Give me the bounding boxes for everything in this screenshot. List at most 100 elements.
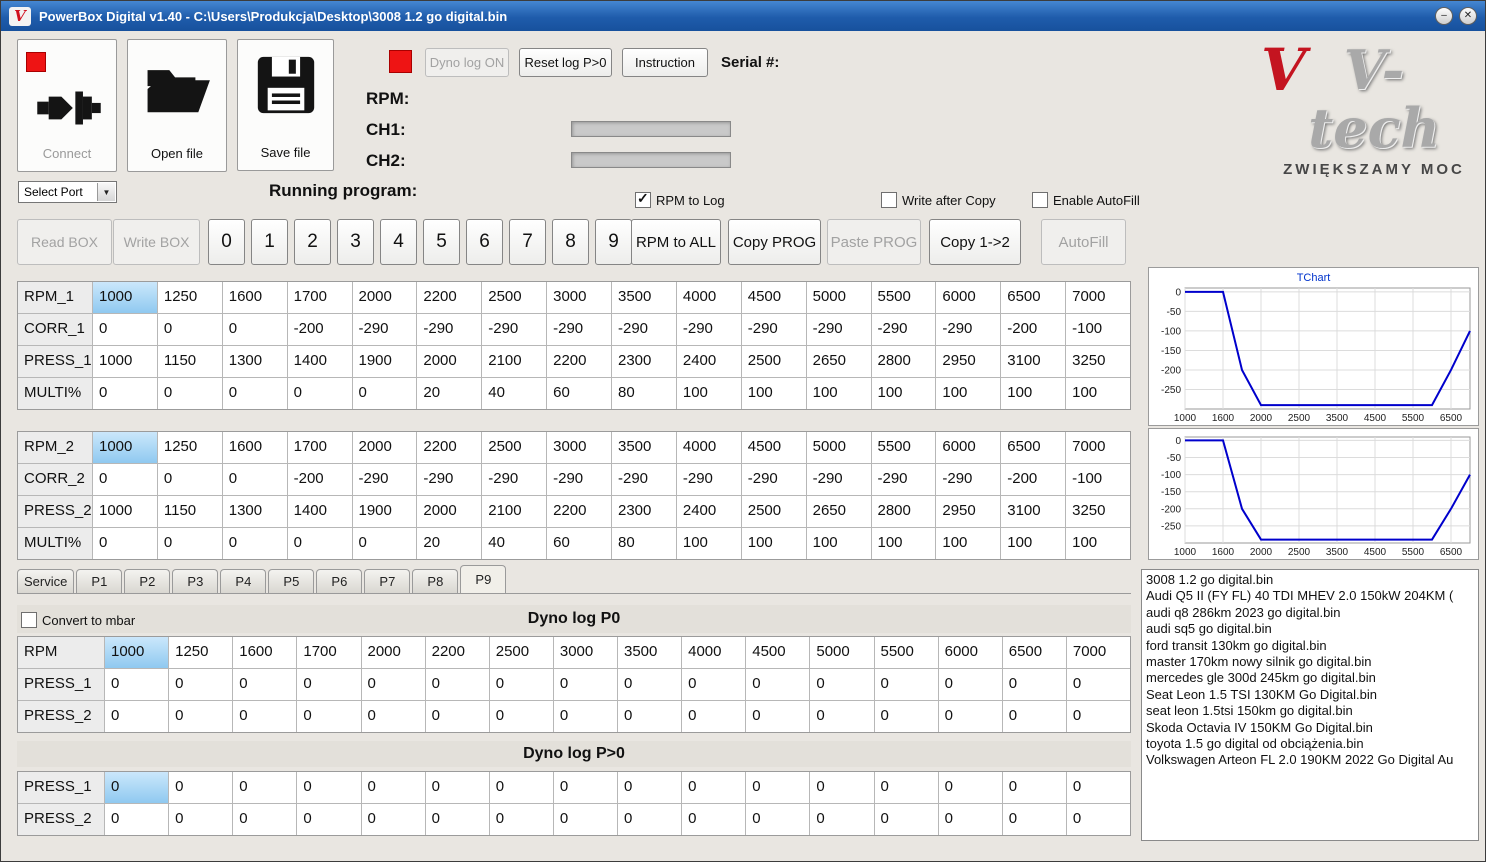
file-list-item[interactable]: 3008 1.2 go digital.bin — [1142, 572, 1478, 588]
rpm-to-all-button[interactable]: RPM to ALL — [631, 219, 721, 265]
table-cell[interactable]: 0 — [424, 701, 489, 732]
table-cell[interactable]: -200 — [1000, 314, 1066, 345]
table-cell[interactable]: 0 — [424, 772, 489, 803]
table-cell[interactable]: 100 — [805, 528, 871, 559]
table-cell[interactable]: 1900 — [351, 346, 417, 377]
table-cell[interactable]: -100 — [1065, 464, 1130, 495]
table-cell[interactable]: 1600 — [221, 432, 287, 463]
table-cell[interactable]: 0 — [1065, 701, 1130, 732]
table-cell[interactable]: 100 — [1065, 528, 1130, 559]
table-cell[interactable]: 1000 — [92, 346, 157, 377]
table-cell[interactable]: -290 — [675, 464, 741, 495]
table-cell[interactable]: 6000 — [935, 282, 1001, 313]
table-cell[interactable]: 2000 — [416, 346, 482, 377]
table-cell[interactable]: -290 — [611, 314, 676, 345]
table-cell[interactable]: 6500 — [1000, 432, 1066, 463]
digit-button-1[interactable]: 1 — [251, 219, 288, 265]
table-cell[interactable]: 7000 — [1065, 637, 1130, 668]
rpm-to-log-checkbox[interactable] — [635, 190, 651, 208]
table-cell[interactable]: 1700 — [286, 432, 352, 463]
table-cell[interactable]: -100 — [1065, 314, 1130, 345]
table-cell[interactable]: 100 — [1000, 528, 1066, 559]
table-cell[interactable]: 0 — [232, 669, 297, 700]
table-cell[interactable]: 0 — [1001, 669, 1066, 700]
table-cell[interactable]: 6000 — [937, 637, 1002, 668]
table-cell[interactable]: 0 — [809, 701, 874, 732]
table-cell[interactable]: 2650 — [805, 346, 871, 377]
table-cell[interactable]: 0 — [873, 701, 938, 732]
table-cell[interactable]: 0 — [1065, 669, 1130, 700]
read-box-button[interactable]: Read BOX — [17, 219, 112, 265]
copy-prog-button[interactable]: Copy PROG — [728, 219, 821, 265]
table-cell[interactable]: 0 — [873, 669, 938, 700]
table-cell[interactable]: 1000 — [92, 496, 157, 527]
digit-button-4[interactable]: 4 — [380, 219, 417, 265]
table-cell[interactable]: -200 — [286, 464, 352, 495]
table-cell[interactable]: -290 — [740, 314, 806, 345]
table-cell[interactable]: 0 — [1001, 772, 1066, 803]
table-cell[interactable]: 0 — [104, 701, 169, 732]
table-cell[interactable]: 0 — [104, 804, 169, 835]
table-cell[interactable]: 6000 — [935, 432, 1001, 463]
table-cell[interactable]: 4000 — [675, 282, 741, 313]
table-cell[interactable]: 0 — [681, 669, 746, 700]
tab-p2[interactable]: P2 — [124, 569, 171, 593]
table-cell[interactable]: 1600 — [232, 637, 297, 668]
table-cell[interactable]: 0 — [286, 528, 352, 559]
table-cell[interactable]: 5500 — [873, 637, 938, 668]
table-cell[interactable]: 60 — [546, 378, 611, 409]
table-cell[interactable]: 2200 — [546, 346, 611, 377]
table-cell[interactable]: 5000 — [805, 282, 871, 313]
table-cell[interactable]: 0 — [168, 701, 233, 732]
table-cell[interactable]: 0 — [873, 772, 938, 803]
select-port-dropdown[interactable]: Select Port ▼ — [18, 181, 117, 203]
table-cell[interactable]: 2500 — [481, 282, 547, 313]
table-cell[interactable]: 0 — [937, 804, 1002, 835]
table-cell[interactable]: 3000 — [552, 637, 617, 668]
table-cell[interactable]: 20 — [416, 378, 482, 409]
table-cell[interactable]: 3000 — [546, 282, 611, 313]
table-cell[interactable]: -290 — [416, 464, 482, 495]
table-cell[interactable]: 0 — [221, 528, 287, 559]
table-cell[interactable]: 0 — [488, 804, 553, 835]
tab-p9[interactable]: P9 — [460, 565, 507, 593]
table-cell[interactable]: 3100 — [1000, 496, 1066, 527]
tab-service[interactable]: Service — [17, 569, 75, 593]
table-cell[interactable]: -290 — [805, 464, 871, 495]
table-cell[interactable]: 1150 — [156, 496, 222, 527]
autofill-button[interactable]: AutoFill — [1041, 219, 1126, 265]
table-cell[interactable]: 2200 — [424, 637, 489, 668]
table-cell[interactable]: 0 — [937, 701, 1002, 732]
tab-p8[interactable]: P8 — [412, 569, 459, 593]
table-cell[interactable]: 0 — [617, 701, 682, 732]
file-list-item[interactable]: seat leon 1.5tsi 150km go digital.bin — [1142, 703, 1478, 719]
table-cell[interactable]: 1400 — [286, 496, 352, 527]
table-cell[interactable]: 0 — [156, 464, 222, 495]
table-cell[interactable]: 20 — [416, 528, 482, 559]
table-cell[interactable]: 1250 — [156, 282, 222, 313]
table-cell[interactable]: 0 — [156, 314, 222, 345]
table-cell[interactable]: -290 — [481, 464, 547, 495]
table-cell[interactable]: 2650 — [805, 496, 871, 527]
table-cell[interactable]: 0 — [424, 804, 489, 835]
digit-button-9[interactable]: 9 — [595, 219, 632, 265]
table-cell[interactable]: 6500 — [1001, 637, 1066, 668]
table-cell[interactable]: 0 — [92, 464, 157, 495]
save-file-button[interactable]: Save file — [237, 39, 334, 171]
table-cell[interactable]: -200 — [286, 314, 352, 345]
table-cell[interactable]: 0 — [745, 804, 810, 835]
close-button[interactable]: ✕ — [1459, 7, 1477, 25]
table-cell[interactable]: 0 — [937, 669, 1002, 700]
title-bar[interactable]: V PowerBox Digital v1.40 - C:\Users\Prod… — [1, 1, 1485, 31]
tab-p1[interactable]: P1 — [76, 569, 123, 593]
table-cell[interactable]: 0 — [488, 701, 553, 732]
table-cell[interactable]: 1000 — [104, 637, 169, 668]
open-file-button[interactable]: Open file — [127, 39, 227, 172]
table-cell[interactable]: 0 — [873, 804, 938, 835]
table-cell[interactable]: 5500 — [870, 432, 936, 463]
file-list-item[interactable]: toyota 1.5 go digital od obciążenia.bin — [1142, 736, 1478, 752]
table-cell[interactable]: 0 — [809, 804, 874, 835]
table-cell[interactable]: 0 — [809, 669, 874, 700]
table-cell[interactable]: 0 — [296, 772, 361, 803]
table-cell[interactable]: 0 — [1065, 804, 1130, 835]
